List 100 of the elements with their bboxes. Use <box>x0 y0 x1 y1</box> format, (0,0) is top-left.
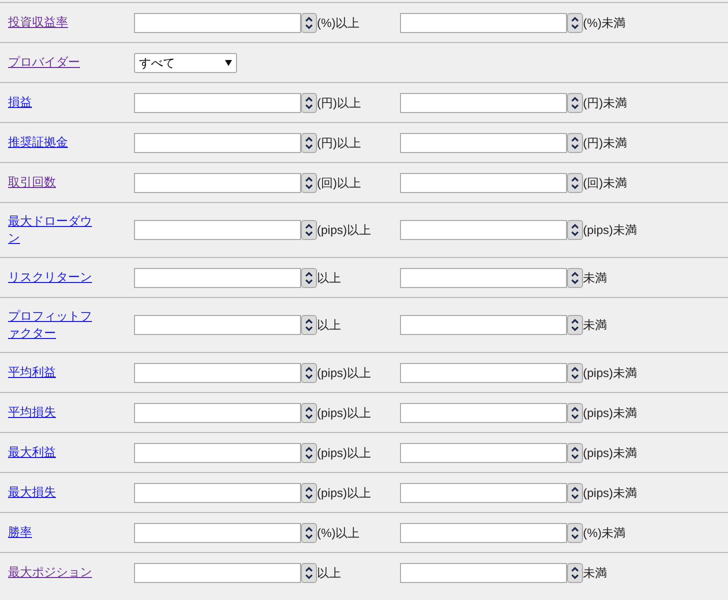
up-down-chevron-icon <box>570 366 580 380</box>
stepper-button[interactable] <box>301 132 317 152</box>
number-field[interactable] <box>134 12 301 32</box>
number-field[interactable] <box>400 92 567 112</box>
stepper-button[interactable] <box>301 402 317 422</box>
unit-label: (pips)未満 <box>583 484 638 502</box>
stepper-button[interactable] <box>567 482 583 502</box>
unit-label: 以上 <box>317 270 341 286</box>
number-field[interactable] <box>134 132 301 152</box>
field-label-link[interactable]: 平均損失 <box>8 404 56 421</box>
field-label-link[interactable]: 最大利益 <box>8 444 56 461</box>
number-field[interactable] <box>400 220 567 240</box>
up-down-chevron-icon <box>304 136 314 150</box>
number-field[interactable] <box>134 402 301 422</box>
stepper-button[interactable] <box>567 268 583 288</box>
up-down-chevron-icon <box>570 16 580 30</box>
up-down-chevron-icon <box>304 270 314 284</box>
up-down-chevron-icon <box>570 96 580 110</box>
field-label-link[interactable]: 投資収益率 <box>8 14 68 31</box>
unit-label: 以上 <box>317 317 341 334</box>
up-down-chevron-icon <box>570 270 580 284</box>
number-field[interactable] <box>134 482 301 502</box>
unit-label: (pips)未満 <box>583 364 638 382</box>
stepper-button[interactable] <box>301 482 317 502</box>
stepper-button[interactable] <box>567 362 583 382</box>
stepper-button[interactable] <box>301 362 317 382</box>
stepper-button[interactable] <box>301 12 317 32</box>
up-down-chevron-icon <box>570 223 580 237</box>
up-down-chevron-icon <box>304 406 314 420</box>
number-field[interactable] <box>400 132 567 152</box>
unit-label: (%)未満 <box>583 524 626 542</box>
stepper-button[interactable] <box>567 522 583 542</box>
unit-label: (回)以上 <box>317 174 361 192</box>
field-label-link[interactable]: プロバイダー <box>8 54 80 71</box>
field-label-link[interactable]: 取引回数 <box>8 174 56 191</box>
number-field[interactable] <box>134 362 301 382</box>
stepper-button[interactable] <box>567 172 583 192</box>
number-field[interactable] <box>400 362 567 382</box>
unit-label: 未満 <box>583 270 607 286</box>
number-field[interactable] <box>134 220 301 240</box>
up-down-chevron-icon <box>570 446 580 460</box>
number-field[interactable] <box>400 172 567 192</box>
number-field[interactable] <box>134 315 301 335</box>
stepper-button[interactable] <box>567 92 583 112</box>
stepper-button[interactable] <box>567 315 583 335</box>
field-label-link[interactable]: 平均利益 <box>8 364 56 381</box>
unit-label: (pips)未満 <box>583 222 638 239</box>
stepper-button[interactable] <box>301 522 317 542</box>
unit-label: (pips)以上 <box>317 484 372 502</box>
number-field[interactable] <box>134 268 301 288</box>
field-label-link[interactable]: 推奨証拠金 <box>8 134 68 151</box>
stepper-button[interactable] <box>301 92 317 112</box>
field-label-link[interactable]: 最大損失 <box>8 484 56 501</box>
field-label-link[interactable]: 最大ポジション <box>8 564 92 581</box>
stepper-button[interactable] <box>301 220 317 240</box>
field-label-link[interactable]: リスクリターン <box>8 269 92 286</box>
unit-label: (%)以上 <box>317 14 360 32</box>
stepper-button[interactable] <box>301 442 317 462</box>
number-field[interactable] <box>400 482 567 502</box>
provider-dropdown[interactable]: すべて <box>134 52 237 72</box>
stepper-button[interactable] <box>567 12 583 32</box>
stepper-button[interactable] <box>301 315 317 335</box>
unit-label: (円)以上 <box>317 94 361 112</box>
number-field[interactable] <box>400 562 567 582</box>
field-label-link[interactable]: プロフィットファクター <box>8 308 100 342</box>
stepper-button[interactable] <box>301 172 317 192</box>
stepper-button[interactable] <box>301 268 317 288</box>
up-down-chevron-icon <box>304 223 314 237</box>
unit-label: (pips)以上 <box>317 222 372 239</box>
number-field[interactable] <box>134 172 301 192</box>
stepper-button[interactable] <box>567 562 583 582</box>
number-field[interactable] <box>134 522 301 542</box>
stepper-button[interactable] <box>567 402 583 422</box>
field-label-link[interactable]: 勝率 <box>8 524 32 541</box>
number-field[interactable] <box>134 562 301 582</box>
number-field[interactable] <box>400 268 567 288</box>
up-down-chevron-icon <box>304 486 314 500</box>
up-down-chevron-icon <box>570 176 580 190</box>
up-down-chevron-icon <box>570 318 580 332</box>
unit-label: (%)以上 <box>317 524 360 542</box>
number-field[interactable] <box>134 92 301 112</box>
unit-label: 未満 <box>583 317 607 334</box>
unit-label: (%)未満 <box>583 14 626 32</box>
number-field[interactable] <box>400 402 567 422</box>
stepper-button[interactable] <box>567 132 583 152</box>
up-down-chevron-icon <box>304 96 314 110</box>
field-label-link[interactable]: 最大ドローダウン <box>8 213 100 247</box>
number-field[interactable] <box>134 442 301 462</box>
stepper-button[interactable] <box>567 220 583 240</box>
field-label-link[interactable]: 損益 <box>8 94 32 111</box>
number-field[interactable] <box>400 315 567 335</box>
unit-label: (pips)以上 <box>317 404 372 422</box>
stepper-button[interactable] <box>567 442 583 462</box>
number-field[interactable] <box>400 522 567 542</box>
number-field[interactable] <box>400 12 567 32</box>
unit-label: (pips)以上 <box>317 364 372 382</box>
stepper-button[interactable] <box>301 562 317 582</box>
up-down-chevron-icon <box>304 176 314 190</box>
unit-label: 未満 <box>583 564 607 582</box>
number-field[interactable] <box>400 442 567 462</box>
